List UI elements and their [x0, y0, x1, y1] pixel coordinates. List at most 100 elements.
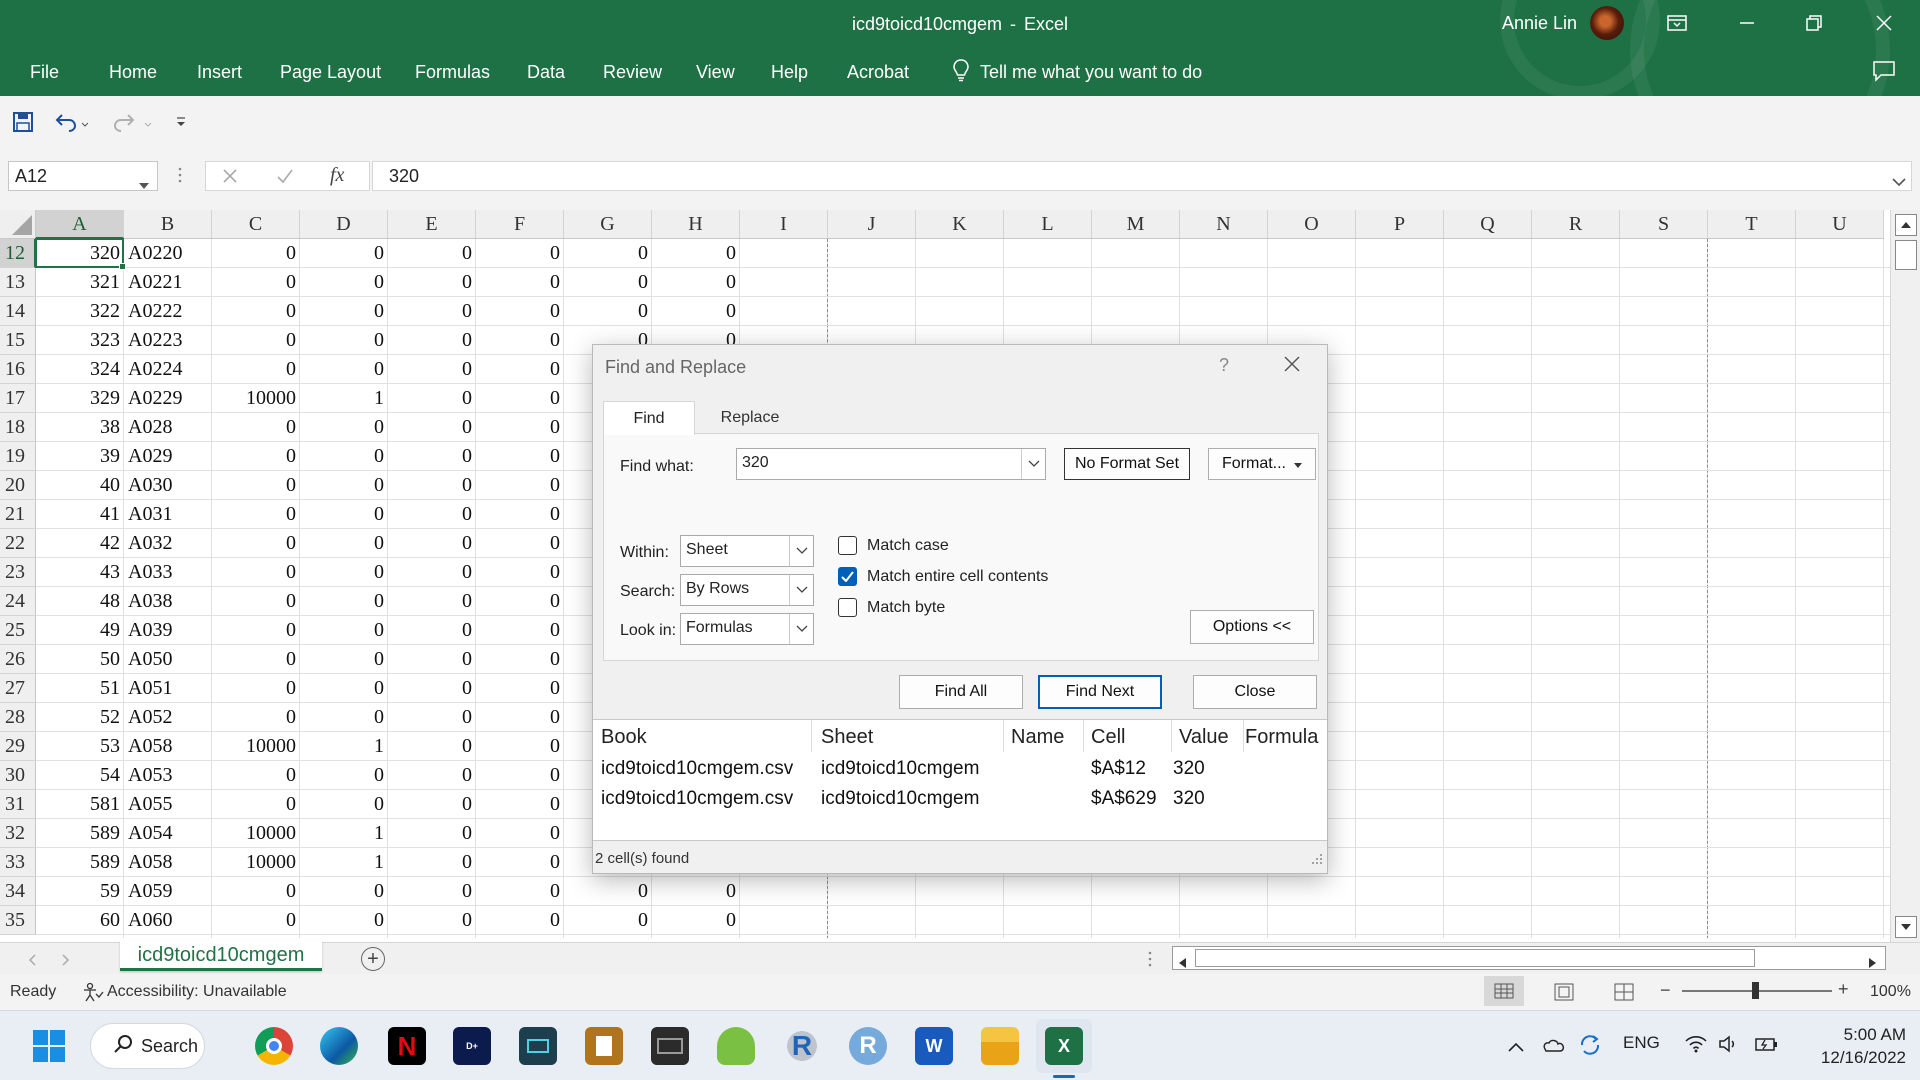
- cell-e14[interactable]: 0: [388, 297, 476, 326]
- sync-icon[interactable]: [1578, 1033, 1602, 1062]
- cell-e22[interactable]: 0: [388, 529, 476, 558]
- row-header-22[interactable]: 22: [0, 529, 36, 558]
- rstudio-icon[interactable]: R: [849, 1027, 887, 1065]
- cell-c26[interactable]: 0: [212, 645, 300, 674]
- volume-icon[interactable]: [1718, 1035, 1740, 1058]
- cell-h14[interactable]: 0: [652, 297, 740, 326]
- cell-c20[interactable]: 0: [212, 471, 300, 500]
- cell-a15[interactable]: 323: [36, 326, 124, 355]
- cell-f17[interactable]: 0: [476, 384, 564, 413]
- vertical-scrollbar[interactable]: [1890, 210, 1920, 942]
- cell-a33[interactable]: 589: [36, 848, 124, 877]
- cell-h35[interactable]: 0: [652, 906, 740, 935]
- cell-e17[interactable]: 0: [388, 384, 476, 413]
- cell-c13[interactable]: 0: [212, 268, 300, 297]
- cell-g13[interactable]: 0: [564, 268, 652, 297]
- cell-a24[interactable]: 48: [36, 587, 124, 616]
- cell-b34[interactable]: A059: [124, 877, 212, 906]
- help-icon[interactable]: ?: [1219, 355, 1229, 376]
- cell-f29[interactable]: 0: [476, 732, 564, 761]
- cell-f18[interactable]: 0: [476, 413, 564, 442]
- chevron-down-icon[interactable]: [789, 575, 813, 605]
- row-header-24[interactable]: 24: [0, 587, 36, 616]
- clipboard-app-icon[interactable]: [585, 1027, 623, 1065]
- cell-e29[interactable]: 0: [388, 732, 476, 761]
- cell-e24[interactable]: 0: [388, 587, 476, 616]
- column-header-b[interactable]: B: [124, 210, 212, 239]
- cell-b13[interactable]: A0221: [124, 268, 212, 297]
- menu-data[interactable]: Data: [527, 62, 565, 83]
- tab-split-grip-icon[interactable]: [1148, 950, 1152, 973]
- r-language-icon[interactable]: R: [783, 1027, 821, 1065]
- cell-d12[interactable]: 0: [300, 239, 388, 268]
- cell-e28[interactable]: 0: [388, 703, 476, 732]
- menu-help[interactable]: Help: [771, 62, 808, 83]
- close-button[interactable]: Close: [1193, 675, 1317, 709]
- column-header-o[interactable]: O: [1268, 210, 1356, 239]
- results-list[interactable]: Book Sheet Name Cell Value Formula icd9t…: [593, 719, 1327, 841]
- cell-f15[interactable]: 0: [476, 326, 564, 355]
- cell-e13[interactable]: 0: [388, 268, 476, 297]
- cell-h12[interactable]: 0: [652, 239, 740, 268]
- match-entire-checkbox[interactable]: [838, 567, 857, 586]
- column-header-m[interactable]: M: [1092, 210, 1180, 239]
- vertical-scroll-thumb[interactable]: [1895, 240, 1917, 270]
- row-header-35[interactable]: 35: [0, 906, 36, 935]
- file-explorer-icon[interactable]: [981, 1027, 1019, 1065]
- cell-c25[interactable]: 0: [212, 616, 300, 645]
- remote-desktop-icon[interactable]: [717, 1027, 755, 1065]
- row-header-32[interactable]: 32: [0, 819, 36, 848]
- cell-g34[interactable]: 0: [564, 877, 652, 906]
- cell-f12[interactable]: 0: [476, 239, 564, 268]
- cell-b23[interactable]: A033: [124, 558, 212, 587]
- cell-f20[interactable]: 0: [476, 471, 564, 500]
- cell-e27[interactable]: 0: [388, 674, 476, 703]
- expand-formula-bar-icon[interactable]: [1892, 172, 1906, 192]
- status-accessibility[interactable]: Accessibility: Unavailable: [107, 983, 287, 1001]
- column-header-p[interactable]: P: [1356, 210, 1444, 239]
- cell-b26[interactable]: A050: [124, 645, 212, 674]
- cell-b24[interactable]: A038: [124, 587, 212, 616]
- cell-c33[interactable]: 10000: [212, 848, 300, 877]
- chevron-down-icon[interactable]: [139, 173, 149, 194]
- cell-e15[interactable]: 0: [388, 326, 476, 355]
- cell-f32[interactable]: 0: [476, 819, 564, 848]
- cell-d29[interactable]: 1: [300, 732, 388, 761]
- previous-sheet-icon[interactable]: [28, 951, 36, 971]
- cell-d18[interactable]: 0: [300, 413, 388, 442]
- cell-c22[interactable]: 0: [212, 529, 300, 558]
- cell-b12[interactable]: A0220: [124, 239, 212, 268]
- cell-a26[interactable]: 50: [36, 645, 124, 674]
- cell-g14[interactable]: 0: [564, 297, 652, 326]
- formula-bar-grip-icon[interactable]: [178, 166, 182, 189]
- cell-f16[interactable]: 0: [476, 355, 564, 384]
- console-app-icon[interactable]: [651, 1027, 689, 1065]
- cell-e26[interactable]: 0: [388, 645, 476, 674]
- column-header-g[interactable]: G: [564, 210, 652, 239]
- cell-e32[interactable]: 0: [388, 819, 476, 848]
- row-header-13[interactable]: 13: [0, 268, 36, 297]
- resize-grip-icon[interactable]: [1311, 850, 1323, 870]
- cell-f13[interactable]: 0: [476, 268, 564, 297]
- cell-a20[interactable]: 40: [36, 471, 124, 500]
- cell-d32[interactable]: 1: [300, 819, 388, 848]
- zoom-slider-thumb[interactable]: [1752, 982, 1759, 999]
- restore-icon[interactable]: [1794, 8, 1834, 38]
- result-row[interactable]: icd9toicd10cmgem.csv icd9toicd10cmgem $A…: [593, 786, 1327, 816]
- cell-a18[interactable]: 38: [36, 413, 124, 442]
- column-header-f[interactable]: F: [476, 210, 564, 239]
- cell-d30[interactable]: 0: [300, 761, 388, 790]
- menu-home[interactable]: Home: [109, 62, 157, 83]
- select-all-button[interactable]: [0, 210, 36, 239]
- row-header-27[interactable]: 27: [0, 674, 36, 703]
- cell-a29[interactable]: 53: [36, 732, 124, 761]
- cell-b17[interactable]: A0229: [124, 384, 212, 413]
- undo-icon[interactable]: [54, 108, 88, 136]
- scroll-left-icon[interactable]: [1179, 953, 1186, 973]
- row-header-19[interactable]: 19: [0, 442, 36, 471]
- cell-e31[interactable]: 0: [388, 790, 476, 819]
- cell-b31[interactable]: A055: [124, 790, 212, 819]
- cell-c28[interactable]: 0: [212, 703, 300, 732]
- scroll-right-icon[interactable]: [1869, 953, 1876, 973]
- cell-c31[interactable]: 0: [212, 790, 300, 819]
